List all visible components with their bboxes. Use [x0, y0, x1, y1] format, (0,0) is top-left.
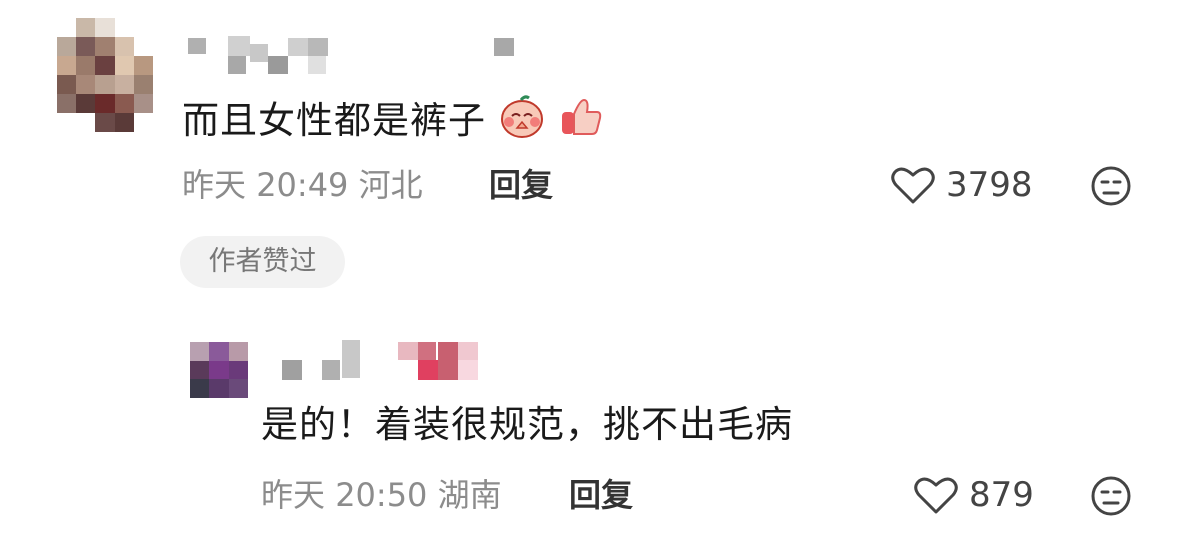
comment-meta: 昨天 20:49 河北 [182, 165, 423, 205]
like-count: 879 [969, 475, 1034, 515]
like-count: 3798 [946, 165, 1033, 205]
comment-text: 而且女性都是裤子 [182, 94, 604, 151]
dislike-face-icon[interactable] [1090, 165, 1132, 207]
like-button[interactable]: 879 [913, 475, 1034, 515]
reply-location: 湖南 [437, 476, 502, 514]
heart-icon [890, 165, 936, 205]
reply-button[interactable]: 回复 [569, 475, 633, 515]
reply-text: 是的！着装很规范，挑不出毛病 [261, 403, 793, 446]
username-blurred[interactable] [188, 36, 518, 78]
heart-icon [913, 475, 959, 515]
reply-button[interactable]: 回复 [489, 165, 553, 205]
avatar[interactable] [190, 342, 248, 398]
dislike-face-icon[interactable] [1090, 475, 1132, 517]
comment-body: 而且女性都是裤子 [182, 99, 486, 142]
comment-date: 昨天 [182, 166, 247, 204]
username-blurred[interactable] [282, 338, 497, 382]
reply-time: 20:50 [335, 476, 428, 514]
thumbs-up-icon [558, 94, 604, 151]
comment-time: 20:49 [256, 166, 349, 204]
face-praying-icon [499, 94, 545, 151]
avatar[interactable] [57, 18, 153, 132]
comment-location: 河北 [358, 166, 423, 204]
reply-date: 昨天 [261, 476, 326, 514]
reply-meta: 昨天 20:50 湖南 [261, 475, 502, 515]
like-button[interactable]: 3798 [890, 165, 1033, 205]
author-liked-badge: 作者赞过 [180, 236, 345, 288]
